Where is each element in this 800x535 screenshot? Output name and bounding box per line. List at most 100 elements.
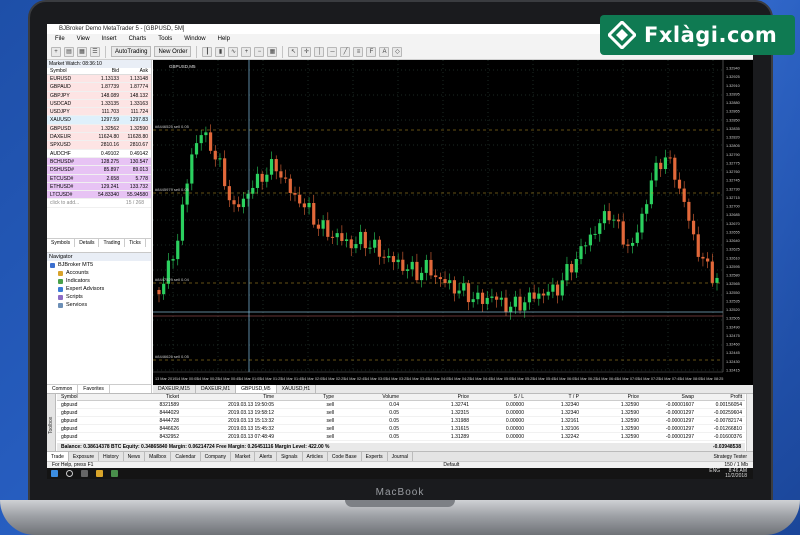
- navigator-button[interactable]: ☰: [90, 46, 100, 57]
- market-watch-row[interactable]: XAUUSD 1297.59 1297.83: [47, 116, 151, 125]
- market-watch-row[interactable]: SPXUSD 2810.16 2810.67: [47, 141, 151, 150]
- column-open-price[interactable]: Price: [399, 394, 469, 400]
- trade-row[interactable]: gbpusd 8446626 2019.03.13 15:45:32 sell 0.05…: [57, 426, 745, 433]
- tile-windows-icon[interactable]: ▦: [267, 46, 278, 57]
- vertical-line-icon[interactable]: │: [314, 46, 325, 57]
- add-symbol-hint[interactable]: click to add...: [47, 199, 117, 206]
- profiles-button[interactable]: ▤: [64, 46, 74, 57]
- market-watch-row[interactable]: DSHUSD# 85.897 89.013: [47, 166, 151, 175]
- navigator-item[interactable]: BJBroker MT5: [47, 261, 151, 269]
- navigator-item[interactable]: Indicators: [47, 277, 151, 285]
- trade-row[interactable]: gbpusd 8444029 2019.03.13 19:58:12 sell 0.05…: [57, 410, 745, 417]
- horizontal-line-icon[interactable]: ─: [327, 46, 338, 57]
- column-profit[interactable]: Profit: [694, 394, 744, 400]
- column-symbol[interactable]: Symbol: [57, 394, 109, 400]
- market-watch-button[interactable]: ▦: [77, 46, 87, 57]
- tab-trading[interactable]: Trading: [99, 239, 126, 247]
- column-volume[interactable]: Volume: [334, 394, 399, 400]
- search-icon[interactable]: [66, 470, 73, 477]
- shapes-icon[interactable]: ◇: [392, 46, 403, 57]
- tab-news[interactable]: News: [124, 452, 146, 461]
- tab-alerts[interactable]: Alerts: [255, 452, 278, 461]
- zoom-out-icon[interactable]: −: [254, 46, 265, 57]
- strategy-tester-tab[interactable]: Strategy Tester: [709, 452, 753, 461]
- channel-icon[interactable]: ≡: [353, 46, 364, 57]
- menu-item-charts[interactable]: Charts: [123, 34, 153, 44]
- trade-row[interactable]: gbpusd 8321589 2019.03.13 19:50:05 sell 0.04…: [57, 402, 745, 409]
- fibonacci-icon[interactable]: F: [366, 46, 377, 57]
- trendline-icon[interactable]: ╱: [340, 46, 351, 57]
- column-type[interactable]: Type: [274, 394, 334, 400]
- tab-experts[interactable]: Experts: [362, 452, 388, 461]
- column-take-profit[interactable]: T / P: [524, 394, 579, 400]
- market-watch-row[interactable]: DAXEUR 11624.80 11628.80: [47, 133, 151, 142]
- price-chart[interactable]: #8446525 sell 0.05 #8445979 sell 0.05 #844…: [153, 60, 753, 385]
- file-explorer-icon[interactable]: [96, 470, 103, 477]
- menu-item-tools[interactable]: Tools: [152, 34, 178, 44]
- tab-chart-xauusd-h1[interactable]: XAUUSD,H1: [277, 385, 317, 393]
- navigator-item[interactable]: Services: [47, 301, 151, 309]
- market-watch-row[interactable]: BCHUSD# 128.275 130.547: [47, 157, 151, 167]
- tab-chart-gbpusd-m5[interactable]: GBPUSD,M5: [236, 385, 277, 393]
- column-time[interactable]: Time: [179, 394, 274, 400]
- new-chart-button[interactable]: +: [51, 46, 61, 57]
- tab-code-base[interactable]: Code Base: [328, 452, 362, 461]
- column-stop-loss[interactable]: S / L: [469, 394, 524, 400]
- tab-mailbox[interactable]: Mailbox: [145, 452, 172, 461]
- market-watch-row[interactable]: LTCUSD# 54.83340 55.94580: [47, 191, 151, 200]
- tab-signals[interactable]: Signals: [277, 452, 303, 461]
- toolbox-scrollbar[interactable]: [746, 394, 753, 452]
- tab-trade[interactable]: Trade: [47, 452, 69, 461]
- chart-canvas[interactable]: #8446525 sell 0.05 #8445979 sell 0.05 #844…: [153, 60, 753, 385]
- tab-market[interactable]: Market: [231, 452, 256, 461]
- market-watch-row[interactable]: GBPAUD 1.87739 1.87774: [47, 83, 151, 92]
- task-view-icon[interactable]: [81, 470, 88, 477]
- tab-calendar[interactable]: Calendar: [171, 452, 201, 461]
- market-watch-row[interactable]: GBPJPY 148.089 148.132: [47, 91, 151, 100]
- text-icon[interactable]: A: [379, 46, 390, 57]
- tab-ticks[interactable]: Ticks: [125, 239, 146, 247]
- menu-item-help[interactable]: Help: [212, 34, 236, 44]
- cursor-icon[interactable]: ↖: [288, 46, 299, 57]
- tab-articles[interactable]: Articles: [303, 452, 328, 461]
- trade-row[interactable]: gbpusd 8444728 2019.03.13 15:13:32 sell 0.05…: [57, 418, 745, 425]
- market-watch-row[interactable]: ETHUSD# 129.241 133.732: [47, 182, 151, 192]
- column-ticket[interactable]: Ticket: [109, 394, 179, 400]
- language-indicator[interactable]: ENG: [709, 468, 720, 479]
- tab-company[interactable]: Company: [201, 452, 232, 461]
- line-chart-icon[interactable]: ∿: [228, 46, 239, 57]
- windows-start-icon[interactable]: [51, 470, 58, 477]
- tab-journal[interactable]: Journal: [388, 452, 414, 461]
- crosshair-icon[interactable]: ✛: [301, 46, 312, 57]
- market-watch-row[interactable]: GBPUSD 1.32562 1.32590: [47, 124, 151, 134]
- column-swap[interactable]: Swap: [639, 394, 694, 400]
- market-watch-row[interactable]: ETCUSD# 2.658 5.778: [47, 174, 151, 183]
- navigator-item[interactable]: Accounts: [47, 269, 151, 277]
- add-symbol-row[interactable]: click to add... 15 / 268: [47, 199, 151, 208]
- menu-item-insert[interactable]: Insert: [96, 34, 123, 44]
- metatrader-taskbar-icon[interactable]: [111, 470, 118, 477]
- navigator-item[interactable]: Scripts: [47, 293, 151, 301]
- market-watch-row[interactable]: AUDCHF 0.49102 0.49142: [47, 149, 151, 158]
- tab-details[interactable]: Details: [75, 239, 100, 247]
- bar-chart-icon[interactable]: ┃: [202, 46, 213, 57]
- market-watch-row[interactable]: EURUSD 1.13133 1.13148: [47, 75, 151, 84]
- menu-item-file[interactable]: File: [49, 34, 71, 44]
- autotrading-button[interactable]: AutoTrading: [111, 46, 152, 57]
- column-current-price[interactable]: Price: [579, 394, 639, 400]
- menu-item-view[interactable]: View: [71, 34, 96, 44]
- tab-chart-daxeur-m15[interactable]: DAXEUR,M15: [153, 385, 196, 393]
- toolbox-side[interactable]: Toolbox: [47, 394, 56, 452]
- tab-chart-daxeur-m1[interactable]: DAXEUR,M1: [196, 385, 237, 393]
- navigator-item[interactable]: Expert Advisors: [47, 285, 151, 293]
- zoom-in-icon[interactable]: +: [241, 46, 252, 57]
- new-order-button[interactable]: New Order: [154, 46, 192, 57]
- clock[interactable]: 8:46 AM 11/2/2018: [725, 468, 747, 479]
- trade-row[interactable]: gbpusd 8432952 2019.03.13 07:48:49 sell 0.05…: [57, 434, 745, 441]
- candle-chart-icon[interactable]: ▮: [215, 46, 226, 57]
- tab-symbols[interactable]: Symbols: [47, 239, 76, 247]
- market-watch-row[interactable]: USDJPY 111.703 111.724: [47, 108, 151, 117]
- market-watch-row[interactable]: USDCAD 1.33135 1.33163: [47, 99, 151, 109]
- menu-item-window[interactable]: Window: [178, 34, 211, 44]
- tab-history[interactable]: History: [99, 452, 124, 461]
